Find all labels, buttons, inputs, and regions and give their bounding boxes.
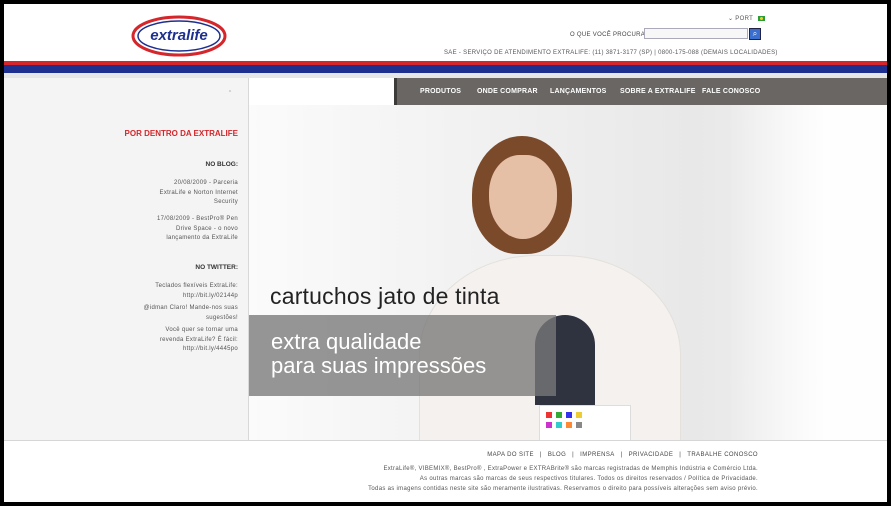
footer-links: MAPA DO SITE | BLOG | IMPRENSA | PRIVACIDADE | T… <box>487 452 758 458</box>
tweet-1[interactable]: Teclados flexíveis ExtraLife: http://bit… <box>38 282 238 301</box>
tweet-2-line1: @idman Claro! Mande-nos suas <box>143 305 238 311</box>
footer-link-trabalhe-conosco[interactable]: TRABALHE CONOSCO <box>687 452 758 458</box>
blog-post-2-line2: Drive Space - o novo <box>175 225 238 232</box>
tweet-3-line2: revenda ExtraLife? É fácil: <box>159 336 238 343</box>
search-input[interactable] <box>644 28 748 39</box>
footer-trademarks-text: ExtraLife®, VIBEMIX®, BestPro® , ExtraPo… <box>383 466 758 472</box>
tweet-2[interactable]: @idman Claro! Mande-nos suas sugestões! <box>38 304 238 323</box>
search-icon: ⌕ <box>752 29 758 38</box>
nav-lancamentos[interactable]: LANÇAMENTOS <box>550 88 607 95</box>
tweet-3-line3: http://bit.ly/4445po <box>182 346 238 352</box>
footer-link-mapa-do-site[interactable]: MAPA DO SITE <box>487 452 534 458</box>
footer-link-privacidade[interactable]: PRIVACIDADE <box>629 452 674 458</box>
footer-link-imprensa[interactable]: IMPRENSA <box>580 452 615 458</box>
blog-post-1[interactable]: 20/08/2009 - Parceria ExtraLife e Norton… <box>38 179 238 208</box>
blog-heading: NO BLOG: <box>205 161 239 168</box>
nav-onde-comprar[interactable]: ONDE COMPRAR <box>477 88 538 95</box>
hero-headline: cartuchos jato de tinta <box>270 283 500 309</box>
footer-disclaimer-text: Todas as imagens contidas neste site são… <box>368 486 758 492</box>
blog-post-2-line3: lançamento da ExtraLife <box>166 235 238 241</box>
hero-photo-face <box>489 155 557 239</box>
footer-separator: | <box>679 452 682 458</box>
tweet-1-line2: http://bit.ly/02144p <box>182 292 238 299</box>
extralife-logo[interactable]: extralife <box>131 15 227 57</box>
footer-separator: | <box>539 452 542 458</box>
search-label: O QUE VOCÊ PROCURA? <box>570 32 649 38</box>
blog-post-1-line3: Security <box>213 199 238 205</box>
footer-link-blog[interactable]: BLOG <box>548 452 566 458</box>
sidebar: “ POR DENTRO DA EXTRALIFE NO BLOG: 20/08… <box>4 78 249 440</box>
tweet-2-line2: sugestões! <box>205 314 238 321</box>
nav-fale-conosco[interactable]: FALE CONOSCO <box>702 88 760 95</box>
hero-right-fade <box>729 105 887 440</box>
header-stripe-blue <box>4 65 887 73</box>
chevron-down-icon: ⌄ <box>728 16 734 22</box>
blog-post-2[interactable]: 17/08/2009 - BestPro® Pen Drive Space - … <box>38 215 238 244</box>
logo-wordmark: extralife <box>150 27 208 44</box>
hero-banner[interactable]: cartuchos jato de tinta extra qualidade … <box>249 105 887 440</box>
hero-tagline-line2: para suas impressões <box>271 353 487 378</box>
hero-photo-color-chart <box>539 405 631 440</box>
footer-rights-text: As outras marcas são marcas de seus resp… <box>419 476 758 482</box>
tweet-1-line1: Teclados flexíveis ExtraLife: <box>155 283 238 289</box>
page-frame: extralife ⌄ PORT O QUE VOCÊ PROCURA? ⌕ S… <box>4 4 887 502</box>
footer-separator: | <box>572 452 575 458</box>
blog-post-1-line2: ExtraLife e Norton Internet <box>159 189 238 196</box>
nav-produtos[interactable]: PRODUTOS <box>420 88 461 95</box>
blog-post-1-line1: 20/08/2009 - Parceria <box>173 180 238 186</box>
tweet-3[interactable]: Você quer se tornar uma revenda ExtraLif… <box>38 326 238 355</box>
brazil-flag-icon <box>757 15 765 21</box>
language-label: PORT <box>735 16 753 22</box>
search-button[interactable]: ⌕ <box>749 28 761 40</box>
sac-contact-text: SAE - SERVIÇO DE ATENDIMENTO EXTRALIFE: … <box>444 50 778 56</box>
main-nav: PRODUTOS ONDE COMPRAR LANÇAMENTOS SOBRE … <box>394 78 887 105</box>
twitter-heading: NO TWITTER: <box>195 264 238 271</box>
tweet-3-line1: Você quer se tornar uma <box>165 327 238 333</box>
hero-tagline-line1: extra qualidade <box>271 329 422 354</box>
nav-sobre-a-extralife[interactable]: SOBRE A EXTRALIFE <box>620 88 696 95</box>
language-selector[interactable]: ⌄ PORT <box>728 15 765 22</box>
quote-icon: “ <box>229 90 232 97</box>
footer-separator: | <box>620 452 623 458</box>
sidebar-title: POR DENTRO DA EXTRALIFE <box>124 129 238 138</box>
footer-divider <box>4 440 887 441</box>
blog-post-2-line1: 17/08/2009 - BestPro® Pen <box>157 216 238 222</box>
